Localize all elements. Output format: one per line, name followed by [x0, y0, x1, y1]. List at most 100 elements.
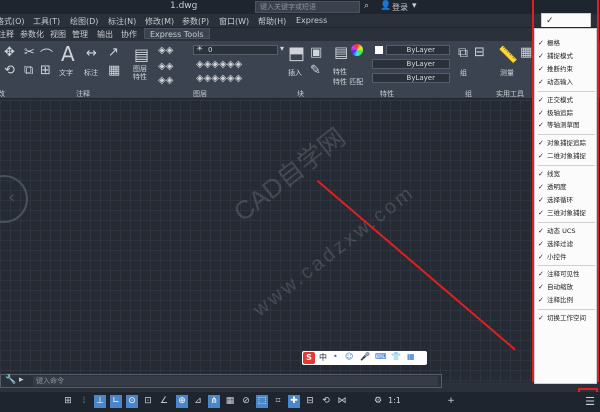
menu-parametric[interactable]: 参数(P)	[182, 16, 209, 27]
layer-tool-icon-2[interactable]: ◈◈	[158, 61, 173, 72]
status-grid-icon[interactable]: ⊞	[62, 395, 74, 408]
insert-block-icon[interactable]: ⬒	[288, 43, 305, 64]
menu-express[interactable]: Express	[296, 16, 327, 25]
menu-item-14[interactable]: ✓ 选择循环	[535, 194, 598, 206]
wrench-icon[interactable]: 🔧	[5, 375, 16, 385]
status-lineweight-icon[interactable]: ⋔	[208, 395, 220, 408]
menu-item-12[interactable]: ✓ 线宽	[535, 168, 598, 180]
panel-properties-label[interactable]: 特性	[380, 89, 394, 99]
layer-tool-icon[interactable]: ◈◈	[158, 45, 173, 56]
menu-item-19[interactable]: ✓ 小控件	[535, 251, 598, 263]
trim-icon[interactable]: ✂	[24, 45, 35, 60]
lineweight-dropdown[interactable]: ByLayer	[372, 73, 450, 83]
chevron-down-icon[interactable]: ▾	[280, 44, 284, 53]
text-icon[interactable]: A	[61, 42, 75, 66]
fillet-icon[interactable]: ⌒	[40, 45, 53, 64]
status-snap-icon[interactable]: ⦙	[78, 395, 90, 408]
ime-toolbar[interactable]: S 中 • ☺ 🎤 ⌨ 👕 ▦	[302, 351, 427, 365]
status-add-icon[interactable]: +	[445, 395, 457, 408]
tab-view[interactable]: 视图	[50, 29, 66, 40]
menu-window[interactable]: 窗口(W)	[219, 16, 249, 27]
menu-item-3[interactable]: ✓ 动态输入	[535, 76, 598, 88]
menu-item-25[interactable]: ✓ 切换工作空间	[535, 312, 598, 324]
ungroup-icon[interactable]: ⊟	[474, 45, 485, 60]
menu-item-6[interactable]: ✓ 极轴追踪	[535, 107, 598, 119]
calculator-icon[interactable]: ▦	[520, 45, 532, 60]
status-isodraft-icon[interactable]: ∠	[158, 395, 170, 408]
tab-manage[interactable]: 管理	[72, 29, 88, 40]
panel-utilities-label[interactable]: 实用工具	[496, 89, 524, 99]
menu-item-5[interactable]: ✓ 正交模式	[535, 94, 598, 106]
menu-item-1[interactable]: ✓ 捕捉模式	[535, 50, 598, 62]
login-button[interactable]: 登录	[392, 2, 408, 13]
status-selection-cycle-icon[interactable]: ⊘	[240, 395, 252, 408]
tab-express-tools[interactable]: Express Tools	[144, 28, 210, 39]
measure-icon[interactable]: 📏	[498, 45, 518, 64]
menu-item-9[interactable]: ✓ 对象捕捉追踪	[535, 137, 598, 149]
menu-header-check[interactable]: ✓	[541, 13, 591, 27]
move-icon[interactable]: ✥	[4, 45, 15, 60]
ime-chinese-mode[interactable]: 中	[319, 352, 327, 363]
status-ortho-icon[interactable]: ⊙	[126, 395, 138, 408]
text-button-label[interactable]: 文字	[59, 68, 73, 78]
block-create-icon[interactable]: ▣	[310, 45, 322, 60]
layer-props-label[interactable]: 图层 特性	[133, 65, 155, 81]
group-icon[interactable]: ⧉	[458, 45, 468, 61]
panel-annotation-label[interactable]: 注释	[76, 89, 90, 99]
layer-tool-icon-3[interactable]: ◈◈	[158, 75, 173, 86]
status-gizmo-icon[interactable]: ⊟	[304, 395, 316, 408]
dim-button-label[interactable]: 标注	[84, 68, 98, 78]
props-button-label[interactable]: 特性	[333, 67, 347, 77]
menu-item-0[interactable]: ✓ 栅格	[535, 37, 598, 49]
menu-item-10[interactable]: ✓ 二维对象捕捉	[535, 150, 598, 162]
menu-modify[interactable]: 修改(M)	[145, 16, 174, 27]
annotation-scale[interactable]: 1:1	[388, 396, 401, 405]
status-infer-icon[interactable]: ⊥	[94, 395, 106, 408]
user-icon[interactable]: 👤	[380, 1, 391, 11]
customize-menu-icon[interactable]: ☰	[584, 395, 596, 408]
insert-button-label[interactable]: 插入	[288, 68, 302, 78]
search-input[interactable]: 键入关键字或短语	[255, 1, 360, 13]
status-polar-icon[interactable]: ⊡	[142, 395, 154, 408]
menu-item-15[interactable]: ✓ 三维对象捕捉	[535, 207, 598, 219]
layer-dropdown[interactable]: 0	[193, 45, 278, 55]
menu-tools[interactable]: 工具(T)	[33, 16, 60, 27]
measure-button-label[interactable]: 测量	[500, 68, 514, 78]
rotate-icon[interactable]: ⟲	[4, 63, 15, 78]
block-edit-icon[interactable]: ✎	[310, 63, 321, 78]
menu-item-13[interactable]: ✓ 透明度	[535, 181, 598, 193]
match-button-label[interactable]: 特性 匹配	[333, 77, 363, 87]
mirror-icon[interactable]: ⧉	[24, 63, 33, 78]
ime-skin-icon[interactable]: 👕	[391, 352, 401, 361]
menu-item-2[interactable]: ✓ 推断约束	[535, 63, 598, 75]
properties-icon[interactable]: ▤	[334, 43, 348, 61]
panel-groups-label[interactable]: 组	[465, 89, 472, 99]
drawing-canvas[interactable]: ‹ CAD自学网 www.cadzxw.com	[0, 100, 600, 382]
status-anno-scale-icon[interactable]: ⚙	[372, 395, 384, 408]
layer-properties-icon[interactable]: ▤	[134, 45, 149, 64]
menu-draw[interactable]: 绘图(D)	[70, 16, 98, 27]
tab-annotate[interactable]: 注释	[0, 29, 14, 40]
color-wheel-icon[interactable]	[351, 44, 363, 56]
status-3dosnap-icon[interactable]: ⬚	[256, 395, 268, 408]
sogou-logo[interactable]: S	[303, 352, 315, 364]
status-autoscale-icon[interactable]: ⋈	[336, 395, 348, 408]
status-anno-visibility-icon[interactable]: ⟲	[320, 395, 332, 408]
search-icon[interactable]: ⌕	[364, 1, 369, 11]
ime-keyboard-icon[interactable]: ⌨	[375, 352, 387, 361]
status-osnap-icon[interactable]: ⊿	[192, 395, 204, 408]
command-input[interactable]: 键入命令	[33, 376, 438, 386]
leader-icon[interactable]: ↗	[108, 45, 119, 60]
menu-item-22[interactable]: ✓ 自动缩放	[535, 281, 598, 293]
menu-help[interactable]: 帮助(H)	[258, 16, 286, 27]
dimension-icon[interactable]: ↔	[86, 46, 97, 61]
ime-punctuation[interactable]: •	[333, 352, 338, 361]
menu-item-23[interactable]: ✓ 注释比例	[535, 294, 598, 306]
navigation-wheel[interactable]: ‹	[0, 175, 28, 223]
table-icon[interactable]: ▦	[108, 63, 120, 78]
ime-toolbox-icon[interactable]: ▦	[407, 352, 415, 361]
status-dynamic-input-icon[interactable]: ∟	[110, 395, 122, 408]
color-dropdown[interactable]: ByLayer	[386, 45, 450, 55]
menu-format[interactable]: 格式(O)	[0, 16, 25, 27]
linetype-dropdown[interactable]: ByLayer	[372, 59, 450, 69]
